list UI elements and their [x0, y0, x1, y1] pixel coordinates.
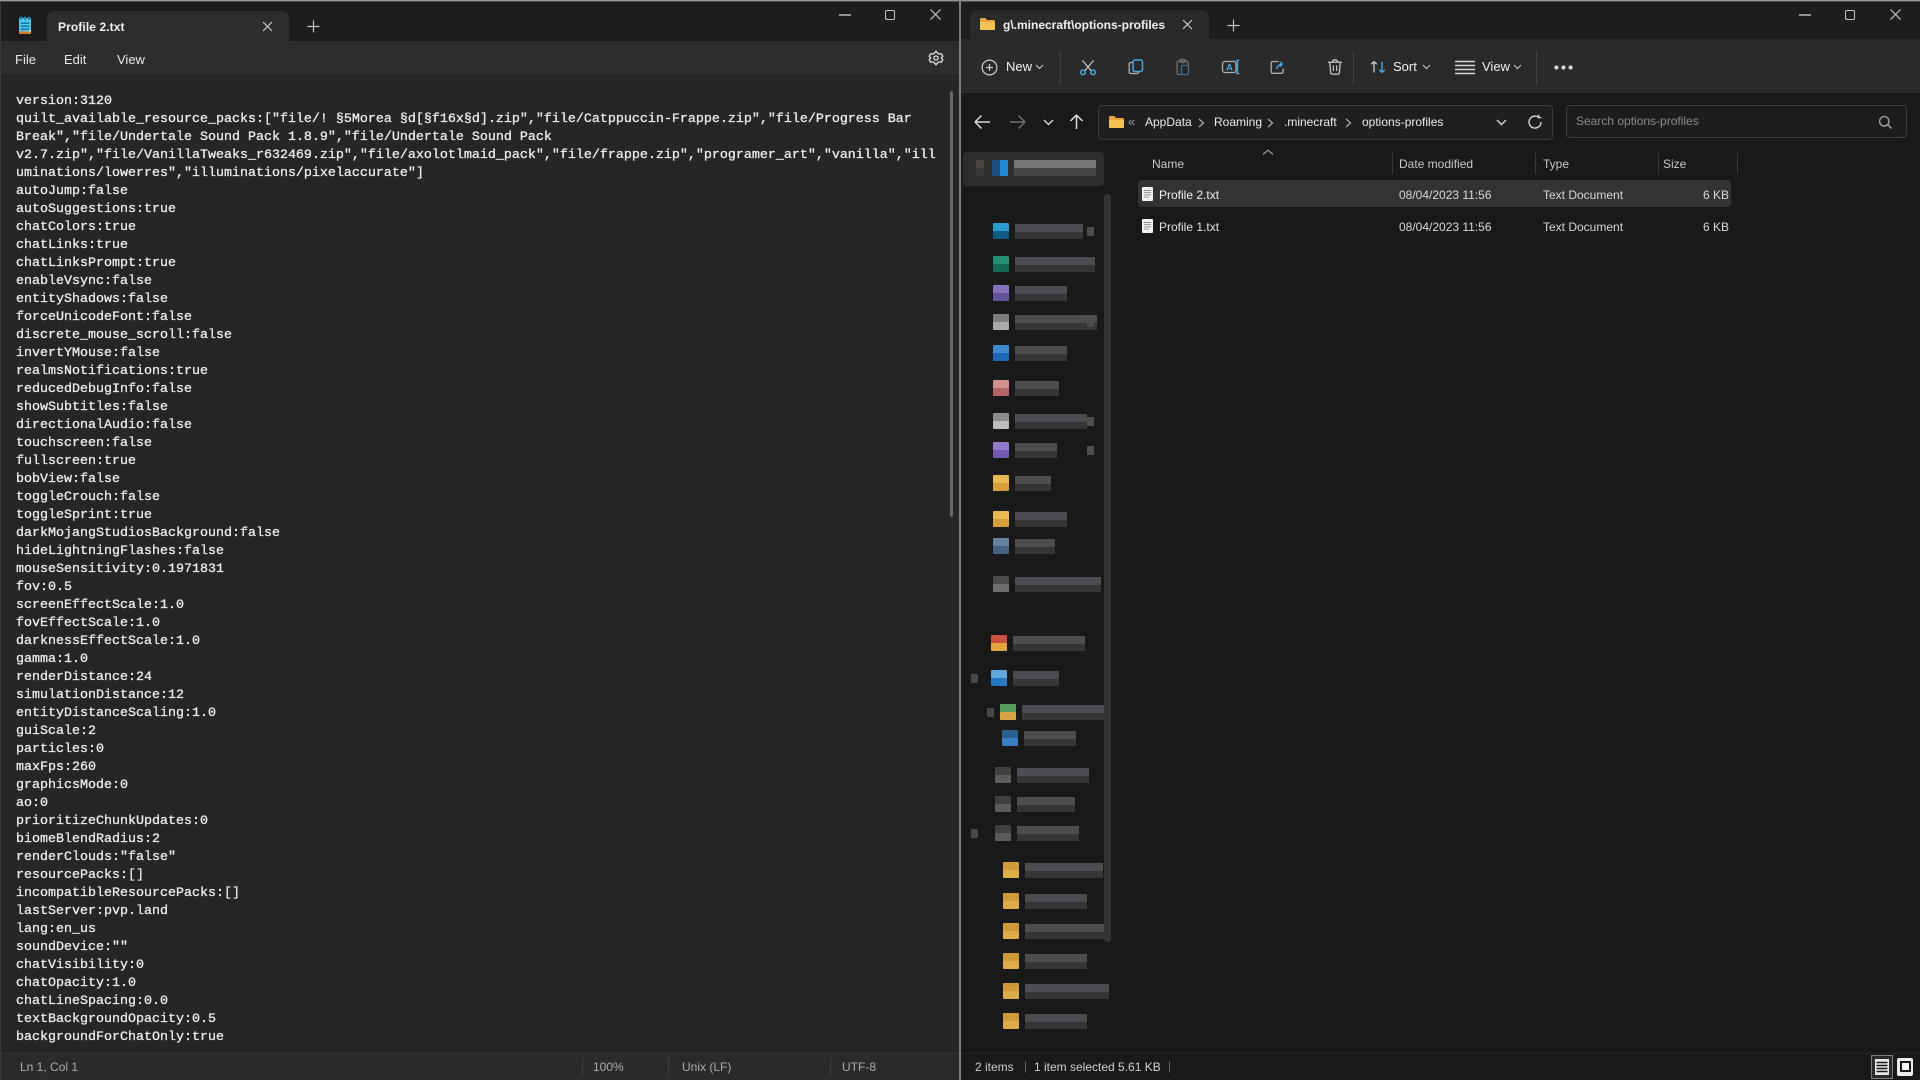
- svg-text:A: A: [1226, 63, 1233, 74]
